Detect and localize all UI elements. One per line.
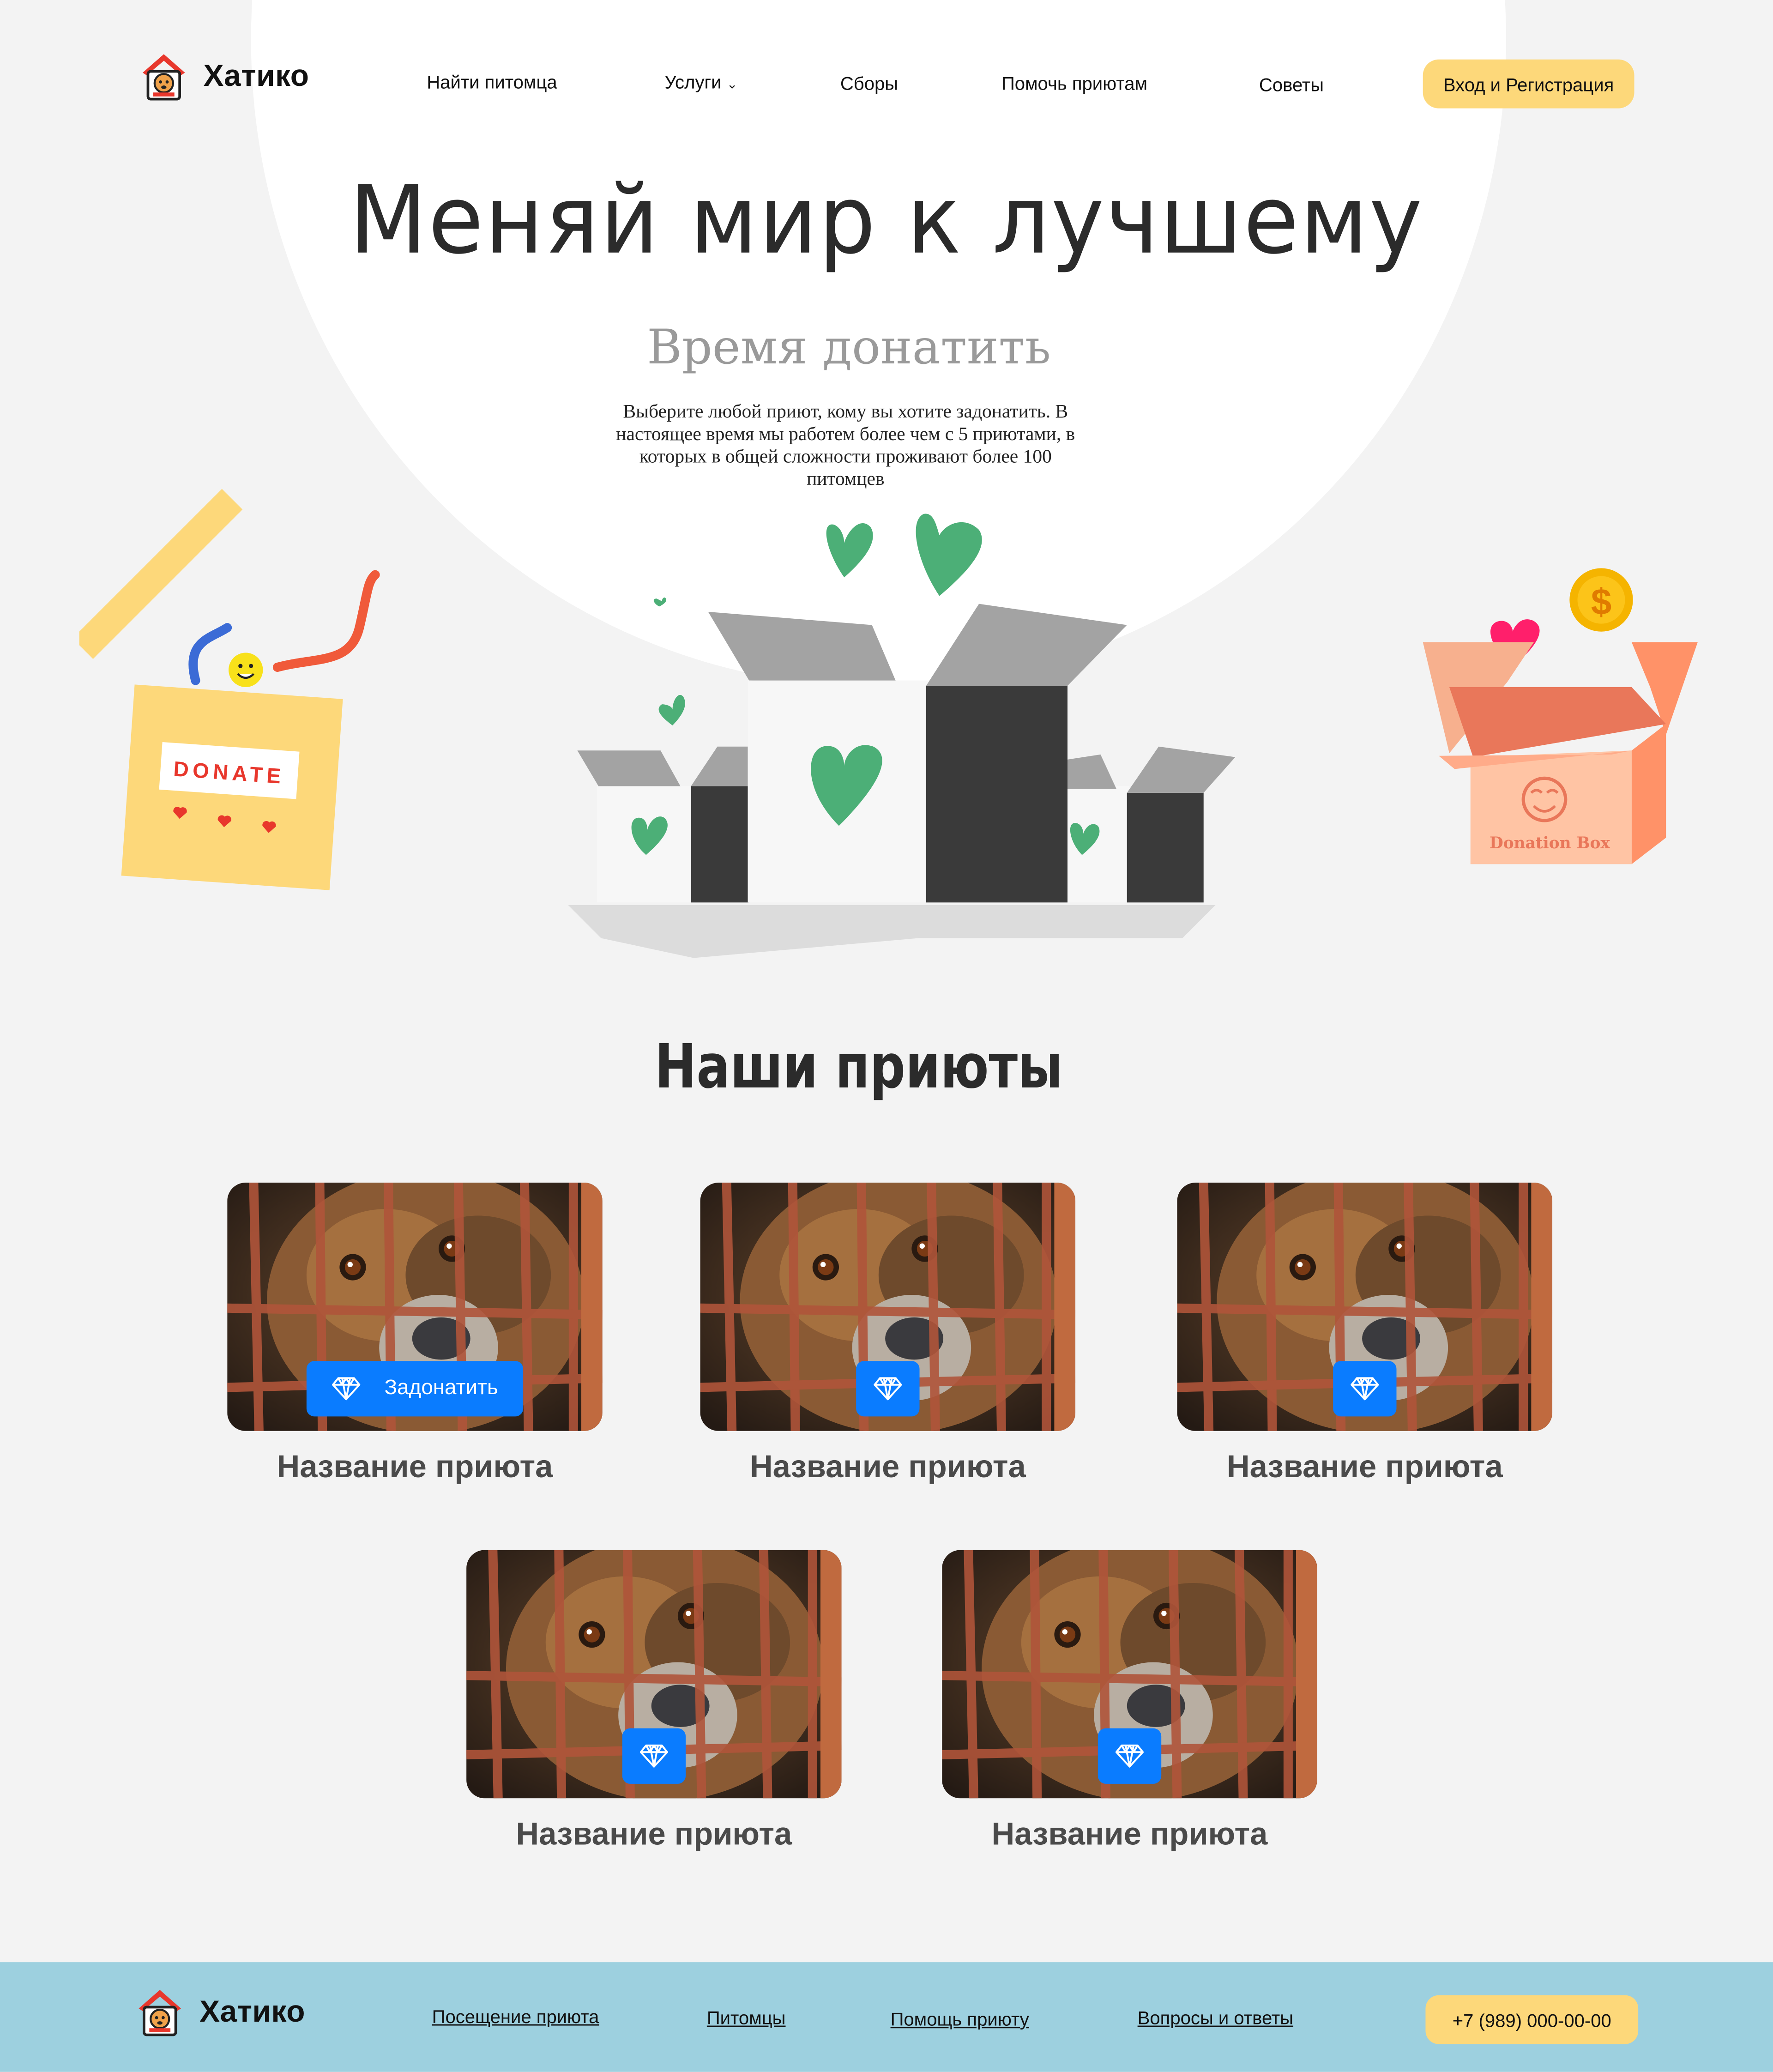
shelter-name: Название приюта xyxy=(1226,1449,1503,1486)
shelter-photo[interactable] xyxy=(942,1550,1317,1799)
donate-button-label: Задонатить xyxy=(384,1377,498,1400)
diamond-icon xyxy=(1351,1377,1379,1401)
hero-description: Выберите любой приют, кому вы хотите зад… xyxy=(616,401,1075,490)
page: Хатико Найти питомца Услуги ⌄ Сборы Помо… xyxy=(0,0,1773,2072)
shelter-card[interactable]: Название приюта xyxy=(466,1550,842,1854)
shelter-name: Название приюта xyxy=(750,1449,1026,1486)
footer-link-faq[interactable]: Вопросы и ответы xyxy=(1138,2007,1293,2028)
smiley-icon xyxy=(229,652,263,687)
shelter-name: Название приюта xyxy=(991,1817,1268,1853)
nav-services[interactable]: Услуги ⌄ xyxy=(664,72,737,93)
coin-symbol: $ xyxy=(1591,581,1612,622)
footer-brand-name: Хатико xyxy=(199,1993,305,2028)
nav-find-pet[interactable]: Найти питомца xyxy=(427,72,557,93)
nav-services-label: Услуги xyxy=(664,71,722,93)
shelter-name: Название приюта xyxy=(277,1449,553,1486)
donation-box-illustration: $ Donation Box xyxy=(1423,568,1698,864)
hero-subtitle: Время донатить xyxy=(647,321,1051,375)
chevron-down-icon: ⌄ xyxy=(726,78,738,93)
login-register-button[interactable]: Вход и Регистрация xyxy=(1423,59,1634,109)
diamond-icon xyxy=(1115,1744,1144,1768)
footer-link-help[interactable]: Помощь приюту xyxy=(891,2008,1029,2030)
diamond-icon xyxy=(639,1744,669,1768)
footer-logo[interactable]: Хатико xyxy=(133,1985,305,2037)
shelter-photo[interactable] xyxy=(466,1550,842,1799)
shelters-title: Наши приюты xyxy=(655,1030,1063,1102)
footer-link-visit[interactable]: Посещение приюта xyxy=(432,2006,599,2027)
footer: Хатико Посещение приюта Питомцы Помощь п… xyxy=(0,1962,1773,2072)
donate-button[interactable]: Задонатить xyxy=(306,1361,524,1417)
nav-tips[interactable]: Советы xyxy=(1259,74,1324,95)
shelter-name: Название приюта xyxy=(516,1817,792,1853)
dog-house-icon xyxy=(143,54,185,101)
donate-button[interactable] xyxy=(856,1361,920,1417)
diamond-icon xyxy=(332,1377,361,1401)
shelter-card[interactable]: Название приюта xyxy=(942,1550,1317,1854)
diamond-icon xyxy=(874,1377,902,1401)
boxes-with-hearts-illustration xyxy=(568,513,1236,958)
donation-box-label: Donation Box xyxy=(1490,834,1610,852)
nav-help-shelters[interactable]: Помочь приютам xyxy=(1001,72,1147,94)
donate-box-illustration: DONATE xyxy=(79,489,380,890)
donate-button[interactable] xyxy=(1333,1361,1397,1417)
hero-title: Меняй мир к лучшему xyxy=(349,166,1424,276)
dog-house-icon xyxy=(139,1990,181,2036)
shelter-photo[interactable] xyxy=(1177,1182,1553,1431)
shelter-card[interactable]: Название приюта xyxy=(700,1182,1076,1486)
shelter-card[interactable]: Название приюта xyxy=(1177,1182,1553,1486)
shelter-card[interactable]: Задонатить Название приюта xyxy=(227,1182,603,1486)
nav-fundraisers[interactable]: Сборы xyxy=(840,72,898,94)
donate-button[interactable] xyxy=(622,1728,686,1784)
donate-button[interactable] xyxy=(1098,1728,1162,1784)
shelter-photo[interactable]: Задонатить xyxy=(227,1182,603,1431)
footer-link-pets[interactable]: Питомцы xyxy=(707,2007,786,2028)
header-logo[interactable]: Хатико xyxy=(138,49,309,102)
shelter-photo[interactable] xyxy=(700,1182,1076,1431)
brand-name: Хатико xyxy=(203,57,309,92)
phone-button[interactable]: +7 (989) 000-00-00 xyxy=(1425,1995,1639,2044)
